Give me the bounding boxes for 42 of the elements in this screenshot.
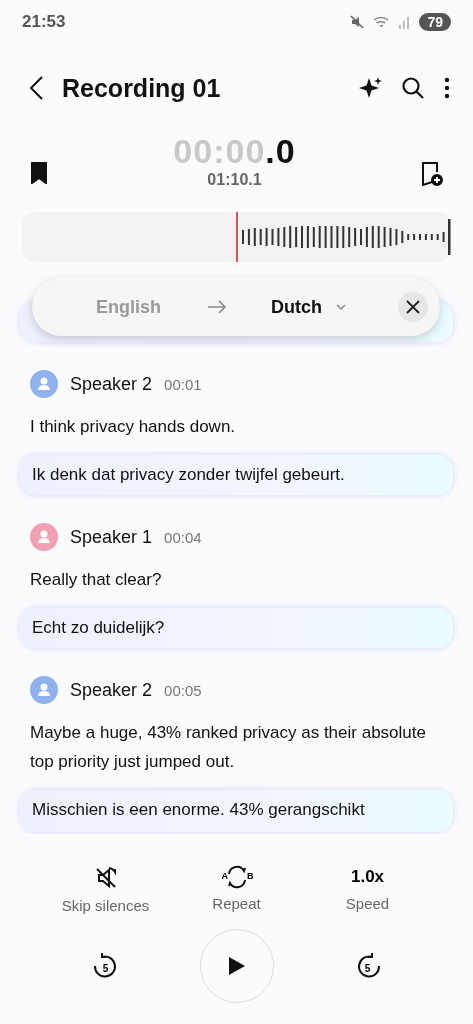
control-label: Skip silences (61, 897, 150, 914)
back-button[interactable] (28, 75, 44, 101)
chevron-down-icon (336, 304, 346, 310)
speed-value: 1.0x (350, 866, 385, 888)
control-label: Speed (345, 895, 390, 912)
timestamp: 00:01 (164, 375, 202, 393)
play-icon (227, 956, 246, 976)
timestamp: 00:05 (164, 681, 202, 699)
status-time: 21:53 (22, 12, 66, 32)
search-button[interactable] (401, 76, 425, 100)
close-icon (406, 300, 420, 314)
speaker-name: Speaker 1 (70, 526, 153, 548)
translated-text: Ik denk dat privacy zonder twijfel gebeurt. (32, 465, 345, 485)
battery-level: 79 (419, 13, 451, 31)
speaker-name: Speaker 2 (70, 373, 153, 395)
source-language: English (96, 296, 161, 318)
rewind-button[interactable]: 5 (91, 952, 120, 980)
signal-icon (399, 15, 412, 29)
repeat-control[interactable]: A B Repeat (171, 864, 302, 915)
control-label: Repeat (212, 895, 261, 912)
transcript-text: Maybe a huge, 43% ranked privacy as their absolute top priority just jumped out. (29, 722, 427, 773)
more-menu-button[interactable] (443, 76, 451, 100)
sparkle-icon[interactable] (359, 76, 383, 100)
add-bookmark-button[interactable] (421, 162, 443, 186)
waveform-track[interactable] (22, 212, 451, 262)
recording-title: Recording 01 (62, 73, 222, 103)
target-language-dropdown[interactable]: Dutch (271, 296, 346, 318)
total-duration: 01:10.1 (207, 171, 262, 189)
timestamp: 00:04 (164, 528, 202, 546)
playhead (236, 212, 239, 262)
close-button[interactable] (398, 292, 428, 322)
skip-control[interactable]: Skip silences (40, 864, 171, 915)
mute-icon (349, 14, 366, 30)
transcript-text: Really that clear? (29, 569, 163, 591)
transcript-text: I think privacy hands down. (29, 416, 237, 438)
arrow-right-icon (207, 300, 227, 314)
bookmark-button[interactable] (30, 162, 48, 184)
translated-text: Misschien is een enorme. 43% gerangschikt (32, 800, 365, 820)
translated-text: Echt zo duidelijk? (32, 618, 165, 638)
speed-control[interactable]: 1.0x Speed (302, 864, 433, 915)
forward-button[interactable]: 5 (353, 952, 382, 980)
speaker-name: Speaker 2 (70, 679, 153, 701)
